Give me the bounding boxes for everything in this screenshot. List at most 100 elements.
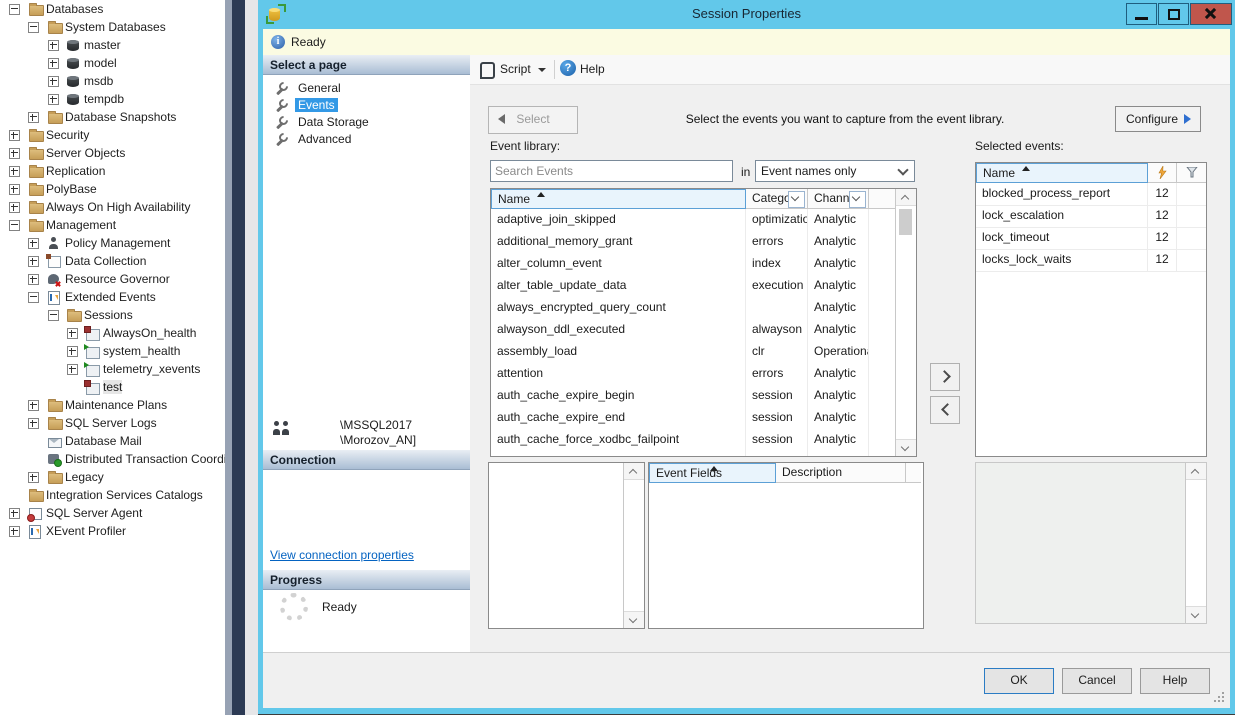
- filter-dropdown-icon[interactable]: [788, 191, 805, 208]
- tree-item-selected[interactable]: test: [0, 378, 225, 396]
- selected-event-row[interactable]: blocked_process_report12: [976, 183, 1206, 206]
- page-item-events[interactable]: Events: [263, 97, 470, 114]
- column-header-name[interactable]: Name: [491, 189, 746, 209]
- tree-item[interactable]: system_health: [0, 342, 225, 360]
- expand-icon[interactable]: [28, 400, 39, 411]
- help-button[interactable]: Help: [1140, 668, 1210, 694]
- column-header-filter[interactable]: [1177, 163, 1206, 183]
- table-row[interactable]: alter_column_eventindexAnalytic: [491, 253, 896, 276]
- expand-icon[interactable]: [28, 238, 39, 249]
- column-header-category[interactable]: Category: [746, 189, 808, 209]
- tree-item[interactable]: msdb: [0, 72, 225, 90]
- column-header-fields-count[interactable]: [1148, 163, 1177, 183]
- tree-item[interactable]: Database Snapshots: [0, 108, 225, 126]
- tree-item[interactable]: Database Mail: [0, 432, 225, 450]
- select-button-disabled[interactable]: Select: [488, 106, 578, 134]
- scrollbar-thumb[interactable]: [899, 209, 912, 235]
- event-fields-listbox[interactable]: [488, 462, 645, 629]
- tree-item[interactable]: Server Objects: [0, 144, 225, 162]
- scroll-up-button[interactable]: [896, 189, 916, 206]
- tree-item[interactable]: Maintenance Plans: [0, 396, 225, 414]
- table-row[interactable]: auth_cache_expire_endsessionAnalytic: [491, 407, 896, 430]
- search-scope-dropdown[interactable]: Event names only: [755, 160, 915, 182]
- expand-icon[interactable]: [9, 526, 20, 537]
- tree-item[interactable]: Resource Governor: [0, 270, 225, 288]
- add-event-button[interactable]: [930, 363, 960, 391]
- tree-item[interactable]: Databases: [0, 0, 225, 18]
- help-button[interactable]: Help: [580, 62, 605, 76]
- expand-icon[interactable]: [48, 58, 59, 69]
- column-header-event-fields[interactable]: Event Fields: [649, 463, 776, 483]
- expand-icon[interactable]: [28, 274, 39, 285]
- event-library-table[interactable]: Name Category Channel adaptive_join_skip…: [490, 188, 917, 457]
- vertical-scrollbar[interactable]: [623, 463, 644, 628]
- table-row[interactable]: adaptive_join_skippedoptimizationAnalyti…: [491, 209, 896, 232]
- table-row[interactable]: auth_cache_expire_beginsessionAnalytic: [491, 385, 896, 408]
- close-button[interactable]: [1190, 3, 1232, 25]
- scroll-up-button[interactable]: [1186, 463, 1206, 480]
- ok-button[interactable]: OK: [984, 668, 1054, 694]
- script-button[interactable]: Script: [500, 62, 531, 76]
- column-header-description[interactable]: Description: [776, 463, 906, 483]
- script-dropdown-icon[interactable]: [538, 68, 546, 72]
- tree-item[interactable]: Always On High Availability: [0, 198, 225, 216]
- tree-item[interactable]: PolyBase: [0, 180, 225, 198]
- table-row[interactable]: alter_table_update_dataexecutionAnalytic: [491, 275, 896, 298]
- view-connection-properties-link[interactable]: View connection properties: [270, 548, 414, 562]
- expand-icon[interactable]: [9, 184, 20, 195]
- tree-item[interactable]: AlwaysOn_health: [0, 324, 225, 342]
- selected-event-row[interactable]: locks_lock_waits12: [976, 249, 1206, 272]
- tree-item[interactable]: Data Collection: [0, 252, 225, 270]
- table-row[interactable]: attentionerrorsAnalytic: [491, 363, 896, 386]
- collapse-icon[interactable]: [28, 292, 39, 303]
- page-item-data-storage[interactable]: Data Storage: [263, 114, 470, 131]
- expand-icon[interactable]: [67, 346, 78, 357]
- tree-item[interactable]: master: [0, 36, 225, 54]
- scroll-down-button[interactable]: [896, 439, 916, 456]
- scroll-down-button[interactable]: [624, 611, 644, 628]
- expand-icon[interactable]: [9, 202, 20, 213]
- tree-item[interactable]: SQL Server Agent: [0, 504, 225, 522]
- scroll-down-button[interactable]: [1186, 606, 1206, 623]
- vertical-scrollbar[interactable]: [895, 189, 916, 456]
- expand-icon[interactable]: [67, 364, 78, 375]
- table-row[interactable]: auth_cache_force_xodbc_failpointsessionA…: [491, 429, 896, 452]
- collapse-icon[interactable]: [9, 220, 20, 231]
- expand-icon[interactable]: [9, 148, 20, 159]
- expand-icon[interactable]: [48, 94, 59, 105]
- minimize-button[interactable]: [1126, 3, 1157, 25]
- tree-item[interactable]: Security: [0, 126, 225, 144]
- selected-event-row[interactable]: lock_timeout12: [976, 227, 1206, 250]
- table-row[interactable]: alwayson_ddl_executedalwaysonAnalytic: [491, 319, 896, 342]
- table-row[interactable]: additional_memory_granterrorsAnalytic: [491, 231, 896, 254]
- filter-dropdown-icon[interactable]: [849, 191, 866, 208]
- tree-item[interactable]: Replication: [0, 162, 225, 180]
- selected-event-row[interactable]: lock_escalation12: [976, 205, 1206, 228]
- expand-icon[interactable]: [9, 166, 20, 177]
- resize-grip[interactable]: [1215, 693, 1224, 702]
- collapse-icon[interactable]: [9, 4, 20, 15]
- tree-item[interactable]: XEvent Profiler: [0, 522, 225, 540]
- expand-icon[interactable]: [48, 40, 59, 51]
- expand-icon[interactable]: [9, 508, 20, 519]
- column-header-channel[interactable]: Channel: [808, 189, 869, 209]
- selected-events-table[interactable]: Name blocked_process_report12 lock_escal…: [975, 162, 1207, 457]
- expand-icon[interactable]: [28, 418, 39, 429]
- panel-scrollbar-strip[interactable]: [225, 0, 232, 715]
- table-row[interactable]: auth_cache_lookup_failuresessionAnalytic: [491, 451, 896, 457]
- tree-item[interactable]: Extended Events: [0, 288, 225, 306]
- expand-icon[interactable]: [48, 76, 59, 87]
- collapse-icon[interactable]: [28, 22, 39, 33]
- collapse-icon[interactable]: [48, 310, 59, 321]
- expand-icon[interactable]: [28, 472, 39, 483]
- expand-icon[interactable]: [28, 256, 39, 267]
- tree-item[interactable]: SQL Server Logs: [0, 414, 225, 432]
- tree-item[interactable]: tempdb: [0, 90, 225, 108]
- remove-event-button[interactable]: [930, 396, 960, 424]
- expand-icon[interactable]: [67, 328, 78, 339]
- page-item-advanced[interactable]: Advanced: [263, 131, 470, 148]
- tree-item[interactable]: Management: [0, 216, 225, 234]
- table-row[interactable]: assembly_loadclrOperational: [491, 341, 896, 364]
- tree-item[interactable]: Sessions: [0, 306, 225, 324]
- tree-item[interactable]: Integration Services Catalogs: [0, 486, 225, 504]
